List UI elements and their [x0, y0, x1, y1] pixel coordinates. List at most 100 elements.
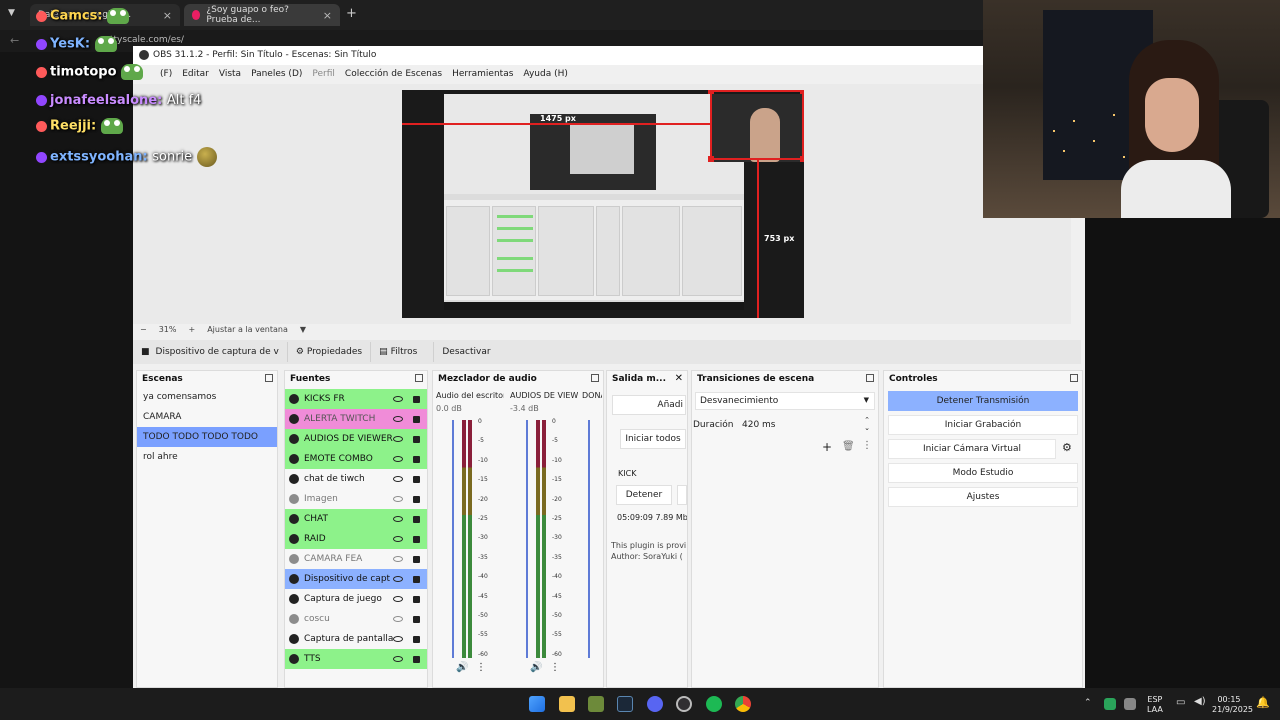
scene-item-selected[interactable]: TODO TODO TODO TODO: [137, 427, 277, 447]
settings-button[interactable]: Ajustes: [888, 487, 1078, 507]
start-icon[interactable]: [529, 696, 545, 712]
source-item[interactable]: Captura de pantalla: [285, 629, 427, 649]
lock-icon[interactable]: [413, 615, 420, 623]
start-recording-button[interactable]: Iniciar Grabación: [888, 415, 1078, 435]
scene-item[interactable]: rol ahre: [137, 447, 277, 467]
close-tab-icon[interactable]: ×: [323, 9, 332, 22]
mute-speaker-icon[interactable]: 🔊: [530, 662, 542, 673]
add-transition-icon[interactable]: +: [822, 440, 832, 454]
deactivate-button[interactable]: Desactivar: [433, 342, 498, 362]
fit-dropdown-icon[interactable]: ▼: [300, 325, 306, 334]
menu-scene-collection[interactable]: Colección de Escenas: [345, 69, 442, 79]
visibility-eye-icon[interactable]: [393, 536, 403, 542]
lock-icon[interactable]: [413, 455, 420, 463]
discord-icon[interactable]: [647, 696, 663, 712]
source-item[interactable]: RAID: [285, 529, 427, 549]
volume-slider[interactable]: [588, 420, 590, 658]
source-item[interactable]: Dispositivo de capt: [285, 569, 427, 589]
stop-output-button[interactable]: Detener: [616, 485, 672, 505]
tray-chevron-icon[interactable]: ⌃: [1084, 698, 1092, 708]
stop-streaming-button[interactable]: Detener Transmisión: [888, 391, 1078, 411]
close-tab-icon[interactable]: ×: [163, 9, 172, 22]
channel-menu-icon[interactable]: ⋮: [476, 662, 486, 673]
menu-profile[interactable]: Perfil: [312, 69, 335, 79]
dock-float-icon[interactable]: [415, 374, 423, 382]
volume-slider[interactable]: [526, 420, 528, 658]
selection-box[interactable]: [708, 90, 804, 162]
lock-icon[interactable]: [413, 595, 420, 603]
menu-edit[interactable]: Editar: [182, 69, 209, 79]
properties-button[interactable]: ⚙ Propiedades: [286, 342, 370, 362]
source-item[interactable]: chat de tiwch: [285, 469, 427, 489]
lock-icon[interactable]: [413, 655, 420, 663]
lock-icon[interactable]: [413, 395, 420, 403]
browser-tab-2[interactable]: ¿Soy guapo o feo? Prueba de... ×: [184, 4, 340, 26]
visibility-eye-icon[interactable]: [393, 616, 403, 622]
dock-float-icon[interactable]: [591, 374, 599, 382]
visibility-eye-icon[interactable]: [393, 656, 403, 662]
lock-icon[interactable]: [413, 435, 420, 443]
resize-handle[interactable]: [708, 156, 714, 162]
channel-menu-icon[interactable]: ⋮: [550, 662, 560, 673]
start-virtual-camera-button[interactable]: Iniciar Cámara Virtual: [888, 439, 1056, 459]
lock-icon[interactable]: [413, 555, 420, 563]
clock[interactable]: 00:15 21/9/2025: [1212, 695, 1253, 715]
lock-icon[interactable]: [413, 575, 420, 583]
transition-select[interactable]: Desvanecimiento ▼: [695, 392, 875, 410]
lock-icon[interactable]: [413, 535, 420, 543]
visibility-eye-icon[interactable]: [393, 476, 403, 482]
file-explorer-icon[interactable]: [559, 696, 575, 712]
resize-handle[interactable]: [708, 90, 714, 94]
visibility-eye-icon[interactable]: [393, 416, 403, 422]
visibility-eye-icon[interactable]: [393, 636, 403, 642]
resize-handle[interactable]: [800, 156, 804, 162]
preview-canvas[interactable]: 1475 px 753 px: [402, 90, 804, 318]
stepper-icon[interactable]: ⌃ ⌄: [864, 416, 870, 432]
zoom-in-icon[interactable]: +: [188, 325, 195, 334]
menu-help[interactable]: Ayuda (H): [523, 69, 567, 79]
trash-icon[interactable]: 🗑: [842, 441, 855, 452]
lock-icon[interactable]: [413, 515, 420, 523]
visibility-eye-icon[interactable]: [393, 576, 403, 582]
more-options-icon[interactable]: ⋮: [862, 440, 872, 451]
source-item[interactable]: coscu: [285, 609, 427, 629]
source-item[interactable]: Captura de juego: [285, 589, 427, 609]
visibility-eye-icon[interactable]: [393, 516, 403, 522]
source-item[interactable]: TTS: [285, 649, 427, 669]
menu-docks[interactable]: Paneles (D): [251, 69, 302, 79]
volume-icon[interactable]: ◀): [1194, 696, 1206, 707]
visibility-eye-icon[interactable]: [393, 596, 403, 602]
tab-list-chevron-icon[interactable]: ▼: [8, 8, 15, 18]
virtual-camera-gear-icon[interactable]: ⚙: [1062, 441, 1072, 454]
back-arrow-icon[interactable]: ←: [10, 34, 19, 47]
add-output-button[interactable]: Añadi: [612, 395, 686, 415]
zoom-out-icon[interactable]: −: [140, 325, 147, 334]
lock-icon[interactable]: [413, 415, 420, 423]
lock-icon[interactable]: [413, 495, 420, 503]
address-text[interactable]: ttyscale.com/es/: [110, 35, 184, 45]
visibility-eye-icon[interactable]: [393, 436, 403, 442]
tray-app-icon[interactable]: [1104, 698, 1116, 710]
menu-file[interactable]: (F): [160, 69, 172, 79]
source-item[interactable]: CHAT: [285, 509, 427, 529]
fit-window-label[interactable]: Ajustar a la ventana: [207, 325, 288, 334]
close-icon[interactable]: ✕: [675, 373, 683, 384]
filters-button[interactable]: ▤ Filtros: [370, 342, 425, 362]
source-item[interactable]: ALERTA TWITCH: [285, 409, 427, 429]
lock-icon[interactable]: [413, 635, 420, 643]
new-tab-icon[interactable]: +: [346, 6, 357, 21]
scene-item[interactable]: CAMARA: [137, 407, 277, 427]
visibility-eye-icon[interactable]: [393, 496, 403, 502]
mute-speaker-icon[interactable]: 🔊: [456, 662, 468, 673]
visibility-eye-icon[interactable]: [393, 456, 403, 462]
resize-handle[interactable]: [800, 90, 804, 94]
source-item[interactable]: KICKS FR: [285, 389, 427, 409]
source-item[interactable]: CAMARA FEA: [285, 549, 427, 569]
steam-icon[interactable]: [617, 696, 633, 712]
source-item[interactable]: EMOTE COMBO: [285, 449, 427, 469]
output-extra-button[interactable]: [677, 485, 687, 505]
tray-app-icon[interactable]: [1124, 698, 1136, 710]
scene-item[interactable]: ya comensamos: [137, 387, 277, 407]
visibility-eye-icon[interactable]: [393, 556, 403, 562]
obs-icon[interactable]: [676, 696, 692, 712]
